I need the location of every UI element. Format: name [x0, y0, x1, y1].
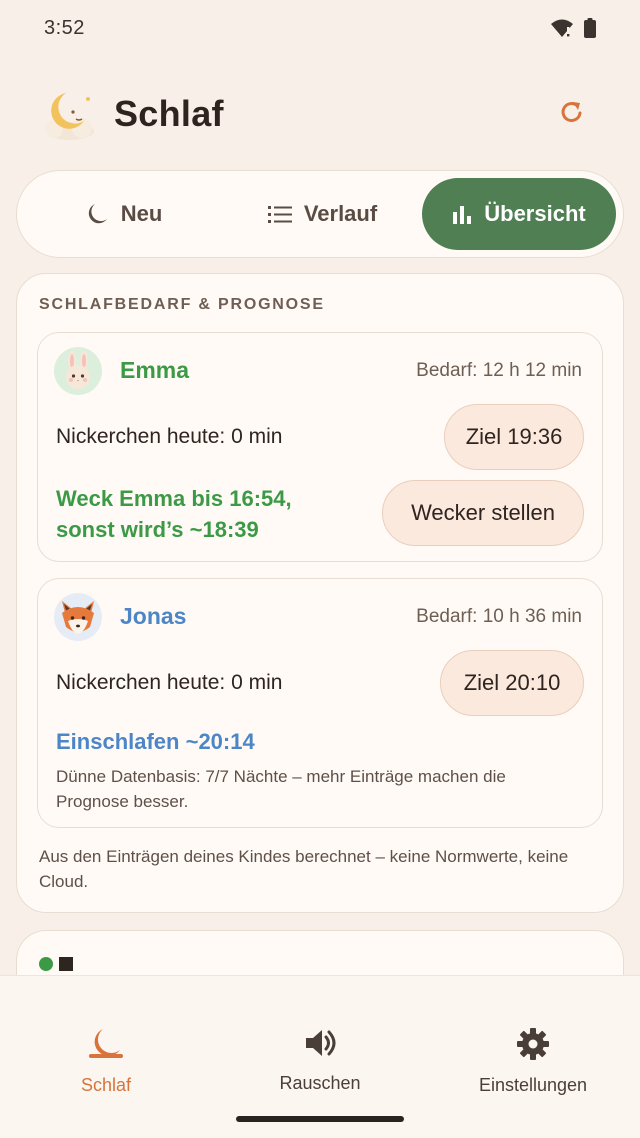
section-title: SCHLAFBEDARF & PROGNOSE [39, 296, 325, 313]
forecast-text: Einschlafen ~20:14 [56, 729, 255, 754]
refresh-icon [558, 98, 586, 131]
forecast-text: Weck Emma bis 16:54, sonst wird’s ~18:39 [56, 483, 292, 545]
heading-glyph [59, 957, 73, 971]
list-icon [267, 204, 292, 224]
forecast-line: Weck Emma bis 16:54, [56, 486, 292, 511]
status-icons [550, 18, 596, 38]
next-card-peek [39, 957, 73, 971]
gear-icon [517, 1028, 549, 1065]
child-card-emma: Emma Bedarf: 12 h 12 min Nickerchen heut… [37, 332, 603, 562]
status-time: 3:52 [44, 16, 85, 39]
bottom-navigation: Schlaf Rauschen Einstellungen [0, 975, 640, 1138]
nap-today: Nickerchen heute: 0 min [56, 425, 283, 448]
wifi-icon [550, 18, 574, 38]
speaker-icon [304, 1028, 336, 1063]
moon-logo [40, 85, 98, 143]
status-bar: 3:52 [0, 0, 640, 56]
tab-label: Übersicht [484, 201, 586, 226]
status-dot [39, 957, 53, 971]
nav-label: Rauschen [279, 1073, 361, 1093]
nav-label: Schlaf [80, 1075, 132, 1095]
set-alarm-button[interactable]: Wecker stellen [382, 480, 584, 546]
moon-icon [89, 1028, 123, 1065]
app-title: Schlaf [114, 93, 224, 134]
battery-icon [584, 18, 596, 38]
target-time-button[interactable]: Ziel 20:10 [440, 650, 584, 716]
tab-verlauf[interactable]: Verlauf [223, 178, 422, 250]
sleep-need: Bedarf: 10 h 36 min [416, 606, 582, 627]
tab-label: Verlauf [303, 201, 378, 226]
refresh-button[interactable] [554, 96, 590, 132]
tab-label: Neu [120, 201, 163, 226]
target-time-button[interactable]: Ziel 19:36 [444, 404, 584, 470]
child-card-jonas: Jonas Bedarf: 10 h 36 min Nickerchen heu… [37, 578, 603, 828]
sleep-need: Bedarf: 12 h 12 min [416, 360, 582, 381]
nav-label: Einstellungen [478, 1075, 588, 1095]
tab-uebersicht[interactable]: Übersicht [422, 178, 616, 250]
nap-today: Nickerchen heute: 0 min [56, 671, 283, 694]
moon-icon [85, 202, 109, 226]
forecast-card: SCHLAFBEDARF & PROGNOSE Emma Bedarf: 12 … [16, 273, 624, 913]
child-name: Emma [120, 357, 190, 383]
nav-schlaf[interactable]: Schlaf [16, 1028, 196, 1096]
nav-einstellungen[interactable]: Einstellungen [443, 1028, 623, 1096]
bunny-avatar [54, 347, 102, 395]
forecast-line: sonst wird’s ~18:39 [56, 517, 259, 542]
tab-neu[interactable]: Neu [24, 178, 223, 250]
child-name: Jonas [120, 603, 187, 629]
tab-bar: Neu Verlauf Übersicht [16, 170, 624, 258]
app-header: Schlaf [0, 76, 640, 152]
bar-chart-icon [452, 204, 472, 224]
nav-rauschen[interactable]: Rauschen [230, 1028, 410, 1094]
data-basis-note: Dünne Datenbasis: 7/7 Nächte – mehr Eint… [56, 767, 506, 811]
fox-avatar [54, 593, 102, 641]
card-footer-note: Aus den Einträgen deines Kindes berechne… [39, 847, 569, 891]
home-indicator [236, 1116, 404, 1122]
